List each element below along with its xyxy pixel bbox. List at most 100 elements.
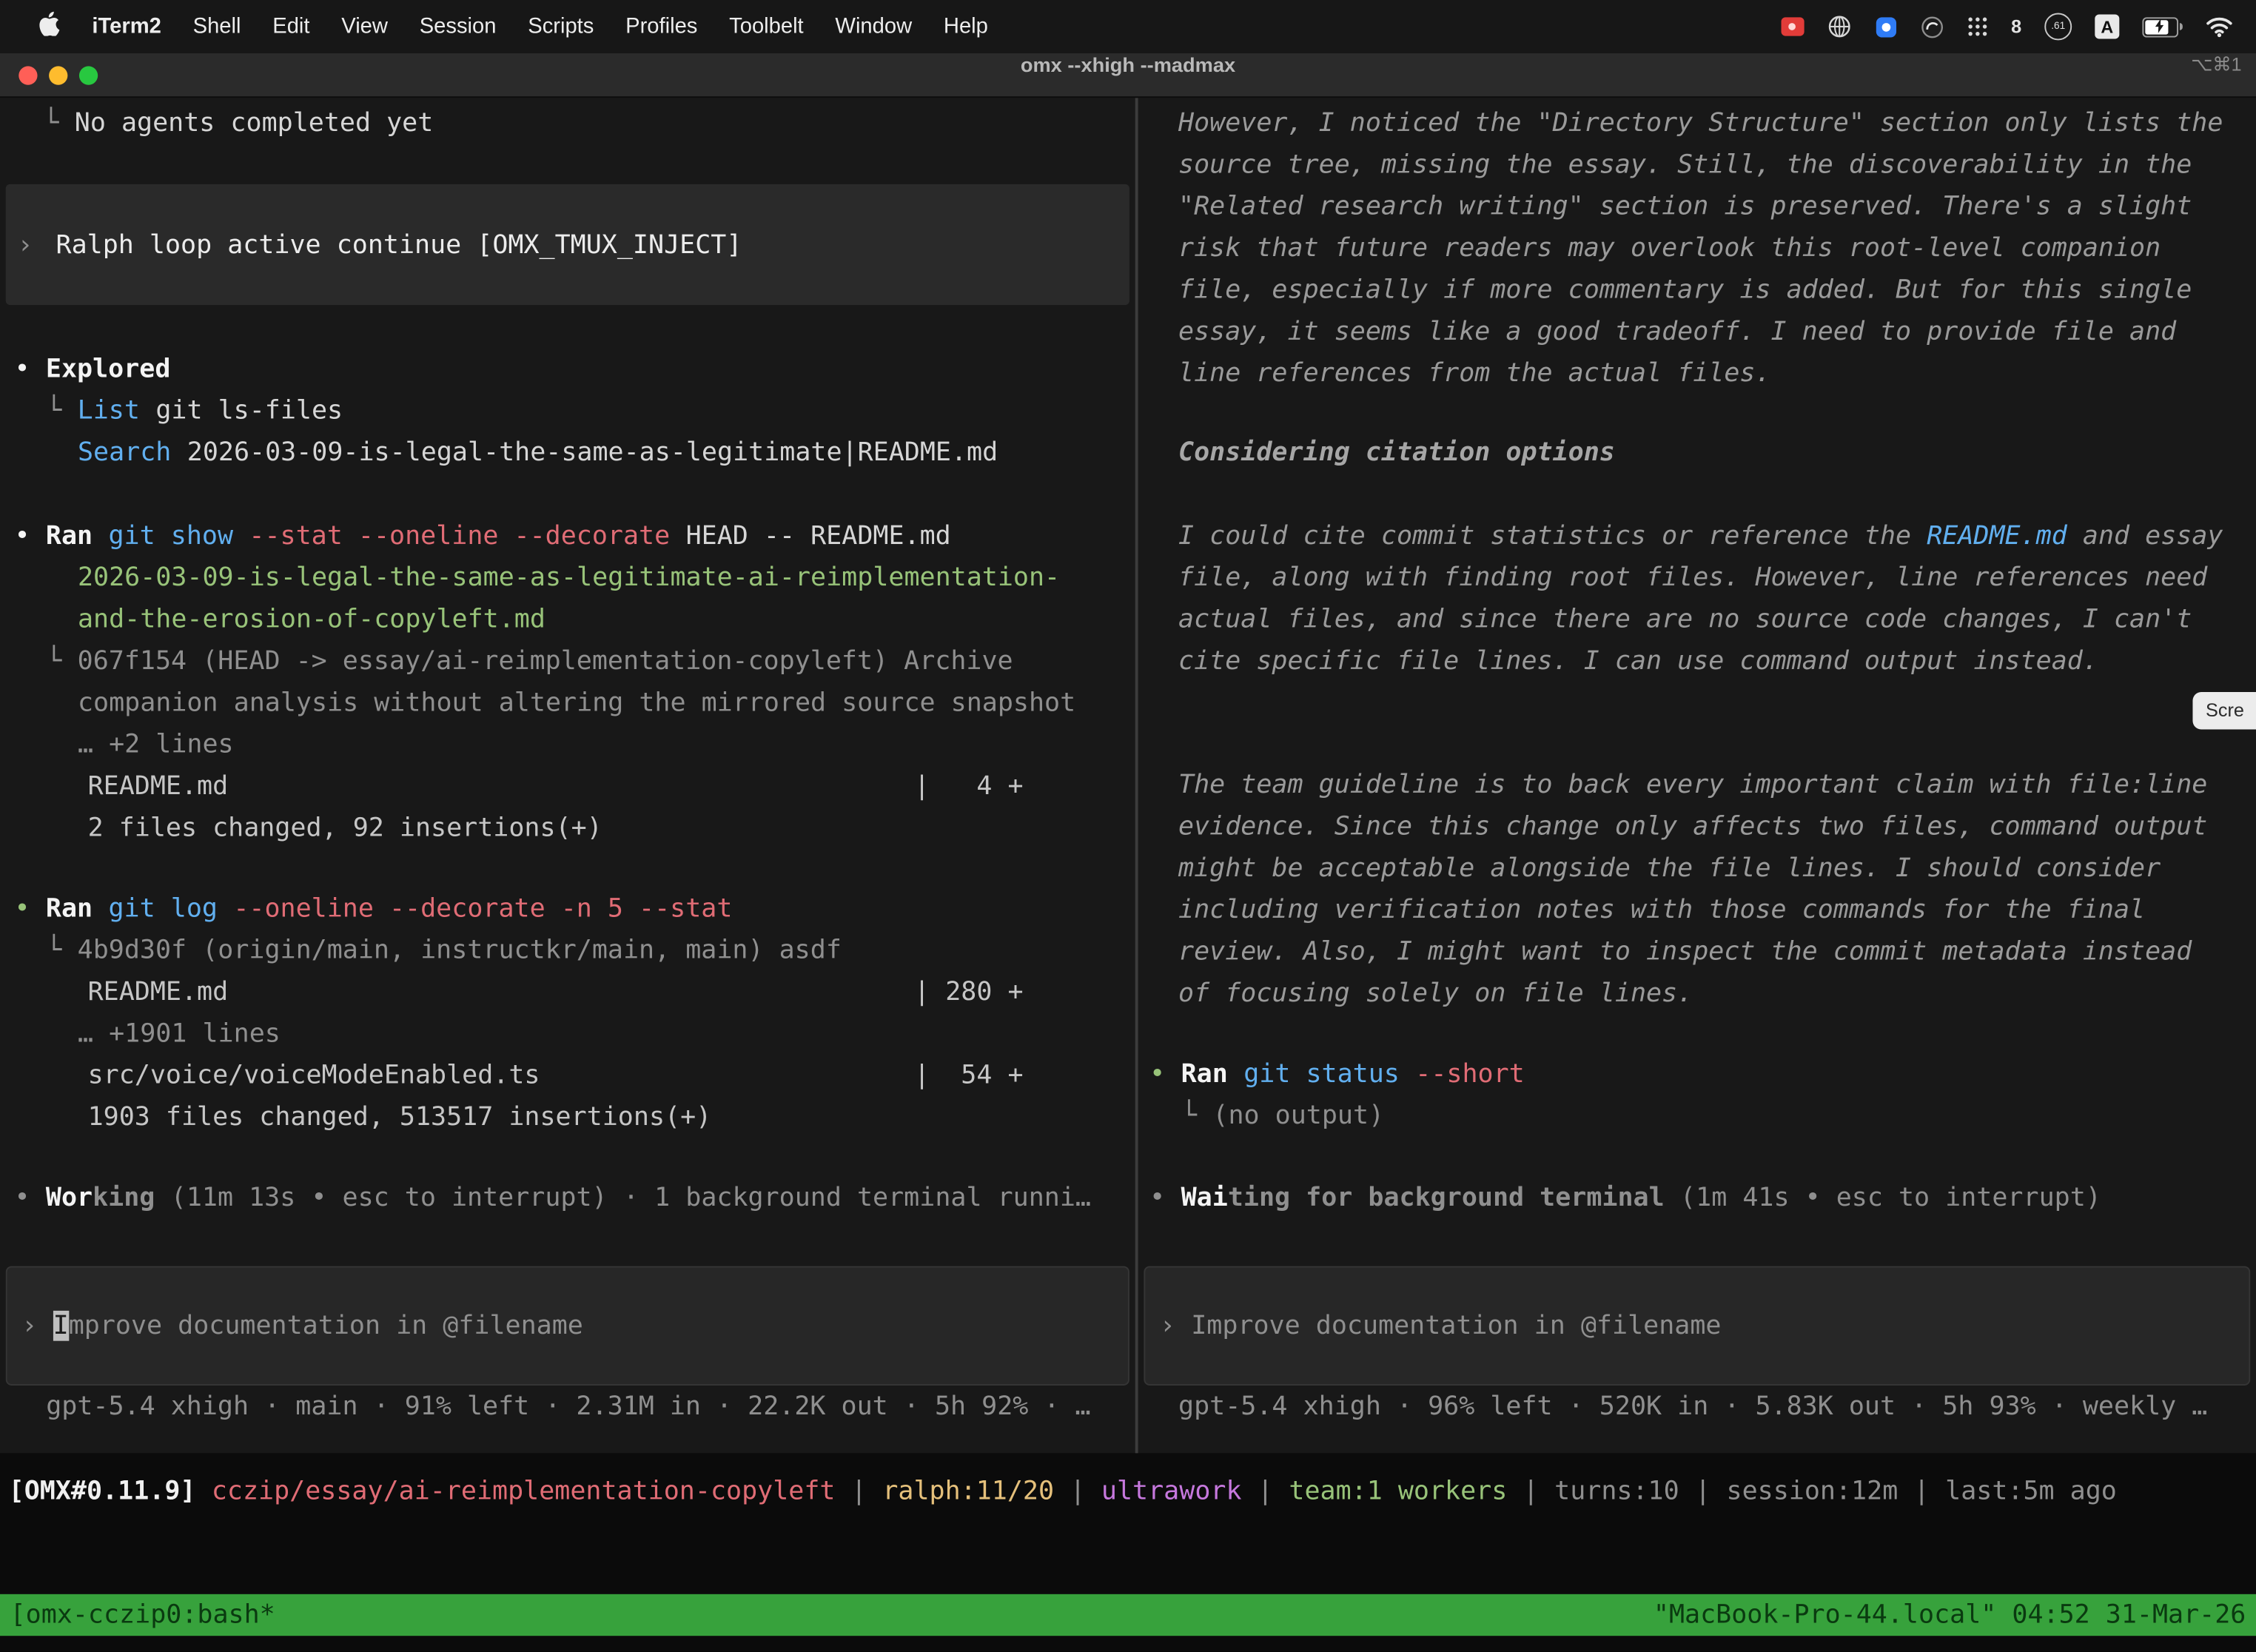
tmux-status-bar[interactable]: [omx-cczip0:bash* "MacBook-Pro-44.local" …: [0, 1594, 2256, 1636]
commit-line: companion analysis without altering the …: [0, 682, 1135, 723]
working-detail: (11m 13s • esc to interrupt): [171, 1177, 608, 1218]
prompt-glyph: ›: [17, 229, 33, 260]
menu-bar: iTerm2 Shell Edit View Session Scripts P…: [0, 0, 2256, 53]
separator: |: [1914, 1471, 1930, 1512]
bullet-glyph: •: [14, 1177, 30, 1218]
menu-item-iterm2[interactable]: iTerm2: [76, 14, 177, 38]
diffstat-line: README.md | 280 +: [0, 971, 1135, 1013]
tmux-host-clock: "MacBook-Pro-44.local" 04:52 31-Mar-26: [1654, 1594, 2246, 1636]
terminal-line: └ 067f154 (HEAD -> essay/ai-reimplementat…: [0, 640, 1135, 682]
text-cursor: I: [53, 1311, 69, 1341]
input-text-rest: mprove documentation in @filename: [69, 1311, 583, 1341]
battery-icon[interactable]: [2142, 16, 2182, 36]
working-label-bright: Wor: [46, 1183, 93, 1213]
pane-divider[interactable]: [1135, 98, 1138, 1453]
tool-verb: Search: [78, 432, 171, 473]
tool-args: git ls-files: [155, 390, 343, 432]
tool-verb: List: [78, 390, 140, 432]
waiting-status: •Waiting for background terminal(1m 41s …: [1138, 1177, 2256, 1218]
grid-icon[interactable]: [1967, 16, 1988, 37]
separator: |: [1523, 1471, 1539, 1512]
essay-filename-line: and-the-erosion-of-copyleft.md: [0, 599, 1135, 640]
tree-corner-glyph: └: [46, 640, 61, 682]
screen-edge-tooltip[interactable]: Scre: [2192, 692, 2256, 730]
ran-git-show-section: •Rangit show--stat --oneline --decorateH…: [0, 515, 1135, 849]
command-name: git show: [108, 515, 233, 557]
commit-line: 067f154 (HEAD -> essay/ai-reimplementati…: [78, 640, 1013, 682]
terminal-line: •Rangit log--oneline --decorate -n 5 --s…: [0, 887, 1135, 929]
tmux-session-name: [omx-cczip0:bash*: [10, 1594, 275, 1636]
prompt-glyph: ›: [21, 1311, 37, 1341]
input-text: Improve documentation in @filename: [1191, 1311, 1721, 1341]
menu-item-session[interactable]: Session: [403, 14, 512, 38]
right-terminal-pane[interactable]: However, I noticed the "Directory Struct…: [1138, 98, 2256, 1453]
omx-version: [OMX#0.11.9]: [9, 1471, 196, 1512]
command-args: HEAD -- README.md: [686, 515, 951, 557]
terminal-line: •Rangit show--stat --oneline --decorateH…: [0, 515, 1135, 557]
session-duration: session:12m: [1727, 1471, 1899, 1512]
agents-note-text: No agents completed yet: [75, 102, 434, 144]
essay-filename-line: 2026-03-09-is-legal-the-same-as-legitima…: [0, 557, 1135, 598]
diffstat-summary: 2 files changed, 92 insertions(+): [0, 807, 1135, 849]
separator: |: [1258, 1471, 1273, 1512]
gauge-icon[interactable]: .61: [2044, 13, 2072, 40]
command-name: git log: [108, 887, 217, 929]
input-source-icon[interactable]: A: [2095, 14, 2119, 38]
omx-branch: cczip/essay/ai-reimplementation-copyleft: [212, 1471, 836, 1512]
readme-link[interactable]: README.md: [1927, 521, 2067, 551]
left-terminal-pane[interactable]: └No agents completed yet › Ralph loop ac…: [0, 98, 1135, 1453]
prompt-input[interactable]: ›Improve documentation in @filename: [1144, 1266, 2250, 1386]
ralph-counter: ralph:11/20: [882, 1471, 1054, 1512]
menu-item-edit[interactable]: Edit: [257, 14, 326, 38]
bullet-glyph: •: [14, 515, 30, 557]
ran-label: Ran: [1181, 1053, 1228, 1095]
menu-item-toolbelt[interactable]: Toolbelt: [714, 14, 819, 38]
menu-item-help[interactable]: Help: [928, 14, 1004, 38]
menu-item-shell[interactable]: Shell: [177, 14, 257, 38]
model-status-line: gpt-5.4 xhigh · 96% left · 520K in · 5.8…: [1178, 1386, 2207, 1427]
bullet-glyph: •: [14, 348, 30, 389]
tab-shortcut-label: ⌥⌘1: [2191, 53, 2241, 76]
globe-icon[interactable]: [1827, 14, 1851, 38]
menu-status-area: 8 .61 A: [1781, 13, 2256, 40]
more-lines-note: … +2 lines: [0, 724, 1135, 765]
waiting-label-dim: ting for background terminal: [1228, 1183, 1665, 1213]
tree-corner-glyph: └: [46, 930, 61, 971]
wifi-icon[interactable]: [2206, 16, 2233, 37]
mode-badge: ultrawork: [1101, 1471, 1242, 1512]
waiting-label-bright: Wai: [1181, 1183, 1228, 1213]
terminal-line: └ List git ls-files: [0, 390, 1135, 432]
explored-title: Explored: [46, 348, 171, 389]
terminal-line: └No agents completed yet: [0, 102, 1135, 144]
working-label: Working: [46, 1177, 155, 1218]
menu-item-scripts[interactable]: Scripts: [512, 14, 610, 38]
screen-recording-icon[interactable]: [1781, 17, 1804, 36]
thinking-heading: Considering citation options: [1178, 432, 2236, 473]
ralph-banner-text: Ralph loop active continue [OMX_TMUX_INJ…: [56, 229, 742, 260]
menu-item-view[interactable]: View: [326, 14, 403, 38]
bullet-glyph: •: [1149, 1053, 1165, 1095]
command-flags: --short: [1415, 1053, 1524, 1095]
blue-app-icon[interactable]: [1874, 15, 1897, 38]
dark-app-icon[interactable]: [1921, 15, 1944, 38]
thinking-paragraph: I could cite commit statistics or refere…: [1178, 515, 2236, 682]
keyboard-layout-icon[interactable]: 8: [2011, 16, 2021, 37]
input-source-letter: A: [2101, 16, 2113, 36]
prompt-input[interactable]: › Improve documentation in @filename: [6, 1266, 1129, 1386]
menu-item-window[interactable]: Window: [819, 14, 927, 38]
terminal-line: └(no output): [1138, 1095, 2256, 1136]
menu-item-profiles[interactable]: Profiles: [610, 14, 714, 38]
diffstat-summary: 1903 files changed, 513517 insertions(+): [0, 1096, 1135, 1138]
apple-menu[interactable]: [23, 12, 76, 42]
tree-corner-glyph: └: [46, 390, 61, 432]
separator: |: [1070, 1471, 1085, 1512]
turns-counter: turns:10: [1554, 1471, 1679, 1512]
working-label-dim: king: [93, 1183, 155, 1213]
separator: |: [851, 1471, 867, 1512]
thinking-paragraph: The team guideline is to back every impo…: [1178, 764, 2236, 1014]
ran-label: Ran: [46, 887, 93, 929]
ran-git-log-section: •Rangit log--oneline --decorate -n 5 --s…: [0, 887, 1135, 1138]
ralph-loop-banner: › Ralph loop active continue [OMX_TMUX_I…: [6, 184, 1129, 305]
model-status-line: gpt-5.4 xhigh · main · 91% left · 2.31M …: [46, 1386, 1090, 1427]
command-flags: --oneline --decorate -n 5 --stat: [233, 887, 732, 929]
